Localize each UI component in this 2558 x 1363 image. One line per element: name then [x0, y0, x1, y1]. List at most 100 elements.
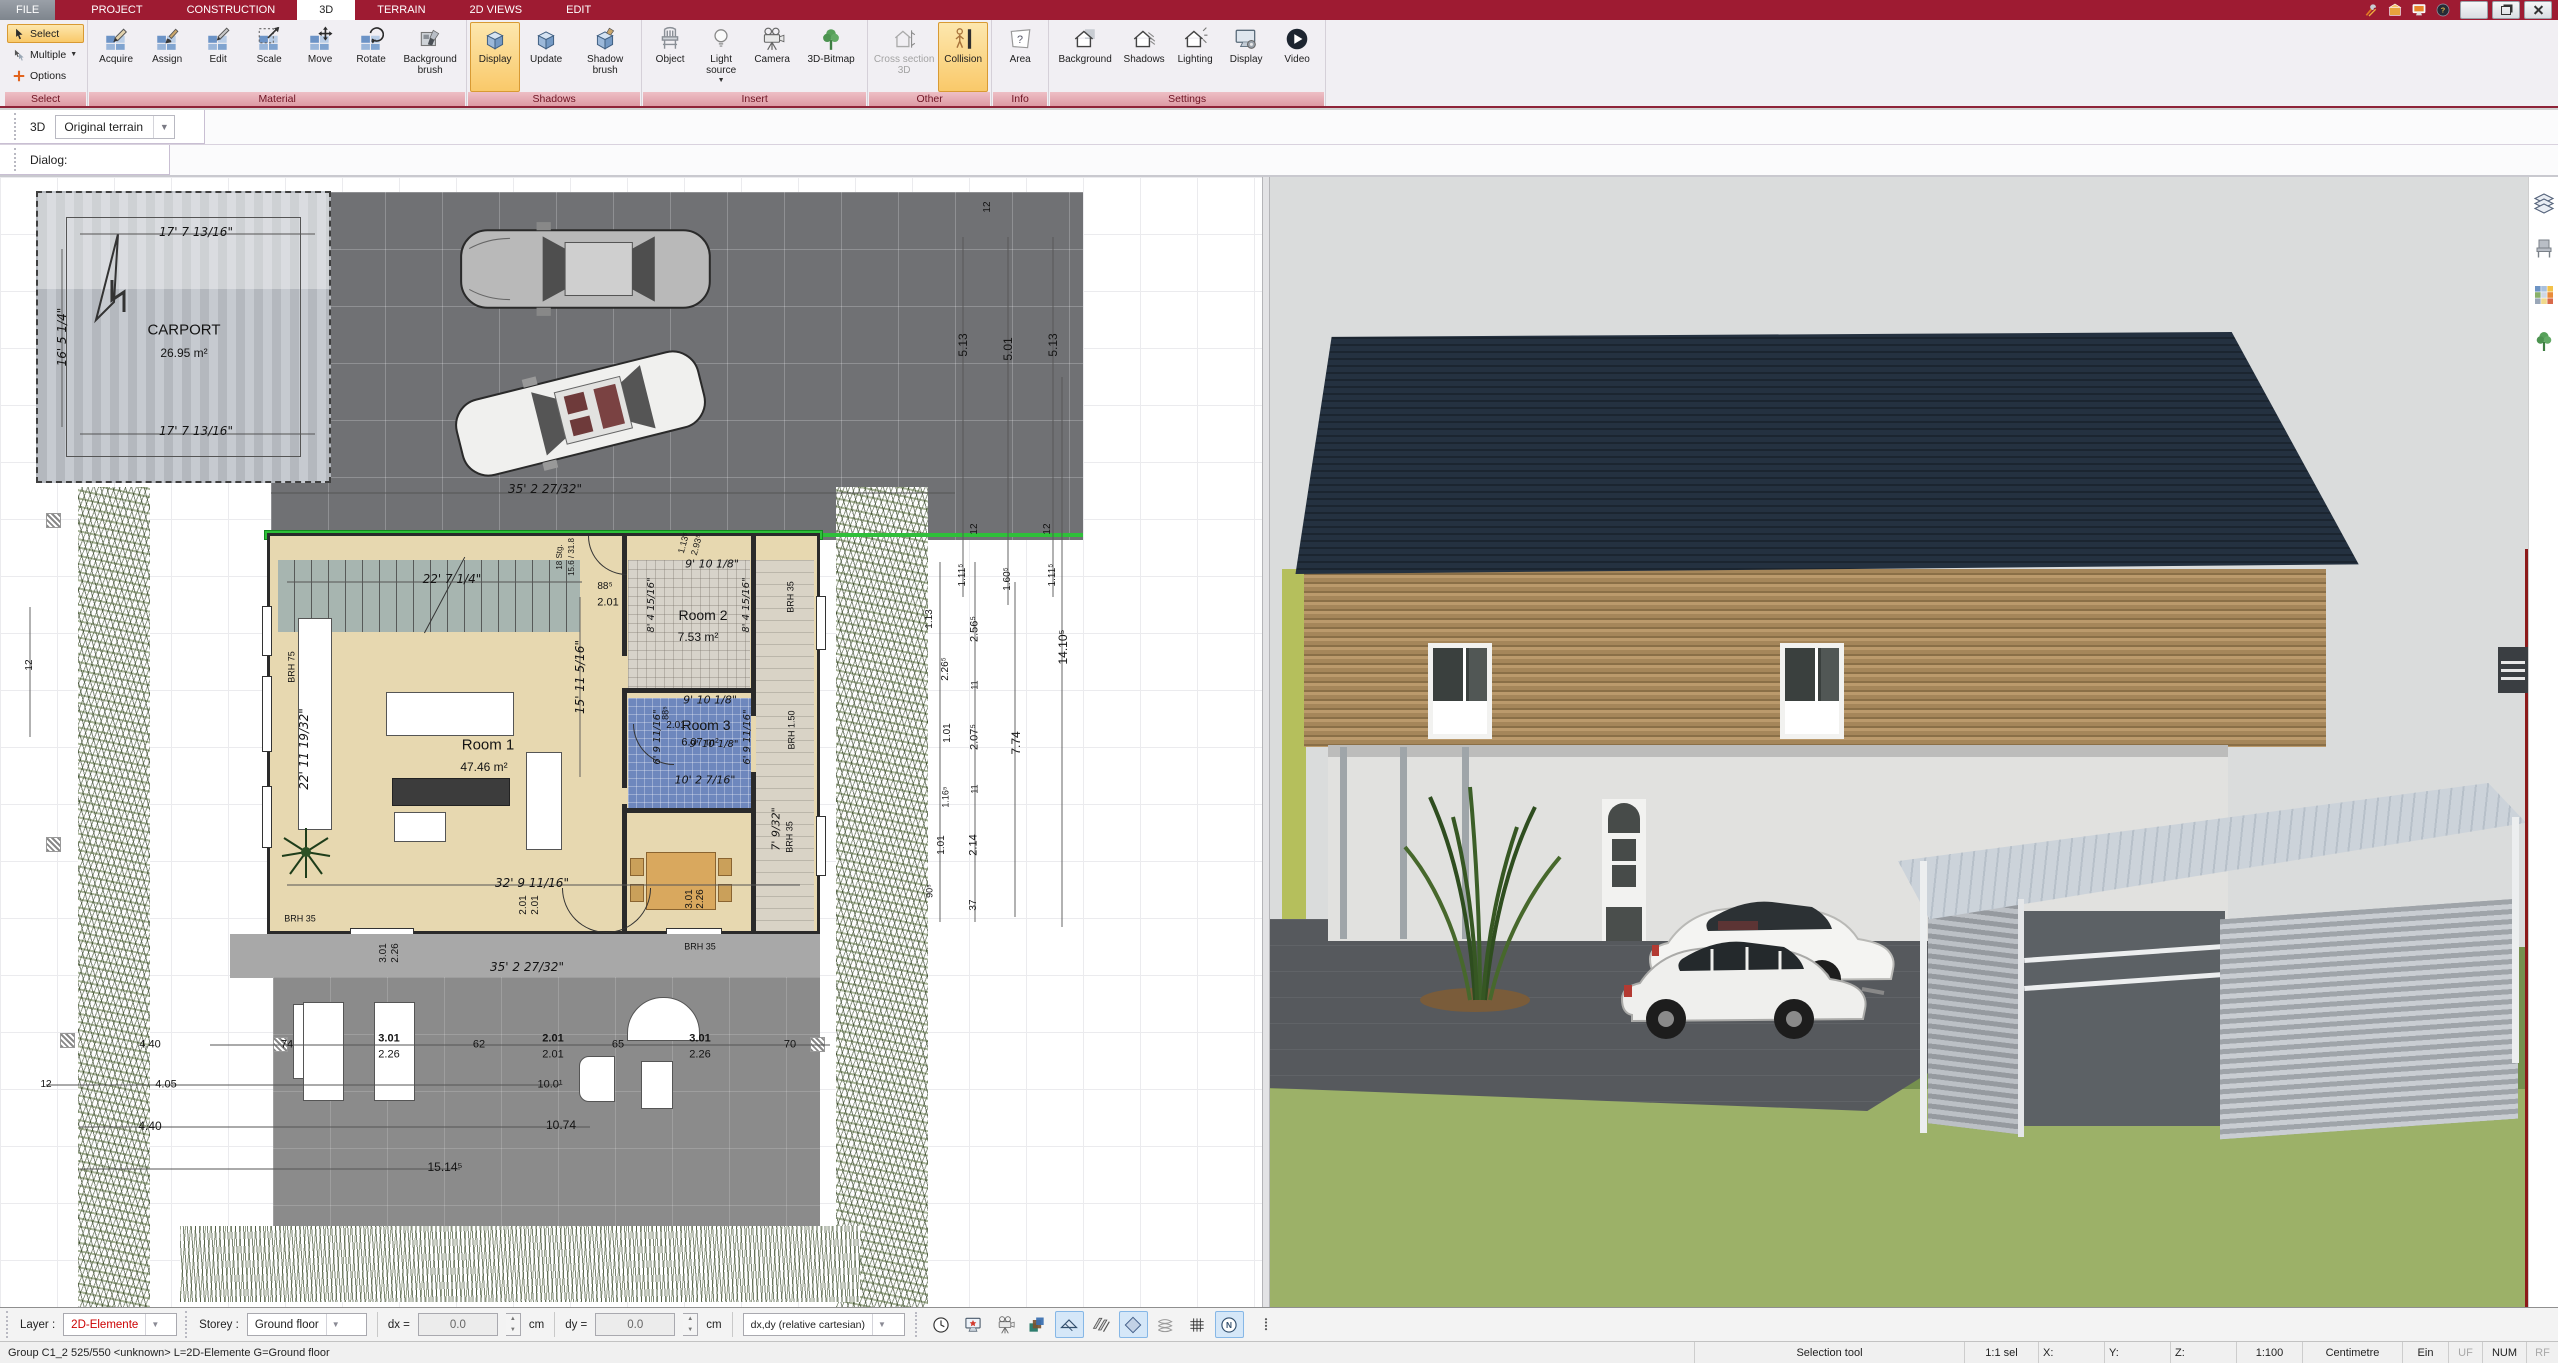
- plan-annotation: 1.01: [937, 835, 947, 854]
- restore-button[interactable]: [2492, 1, 2520, 19]
- minimize-button[interactable]: [2460, 1, 2488, 19]
- ribbon-button-shadows[interactable]: Shadows: [1119, 22, 1169, 92]
- ribbon-button-label: Scale: [257, 54, 282, 65]
- ribbon-button-shadow-brush[interactable]: Shadow brush: [572, 22, 638, 92]
- soft-toggle[interactable]: [1151, 1311, 1180, 1338]
- layers-icon[interactable]: [2532, 191, 2556, 215]
- ribbon-button-acquire[interactable]: Acquire: [91, 22, 141, 92]
- panel-handle[interactable]: [2498, 647, 2528, 693]
- car-top-view-gray[interactable]: [455, 215, 720, 323]
- monitor-sm-icon[interactable]: [2410, 2, 2428, 18]
- house-floorplan[interactable]: [267, 533, 820, 934]
- layer-select[interactable]: 2D-Elemente ▼: [63, 1313, 177, 1336]
- tab-edit[interactable]: EDIT: [544, 0, 613, 20]
- tab-construction[interactable]: CONSTRUCTION: [165, 0, 298, 20]
- roads-toggle[interactable]: [1087, 1311, 1116, 1338]
- tools-icon[interactable]: [2362, 2, 2380, 18]
- ribbon-button-assign[interactable]: Assign: [142, 22, 192, 92]
- chevron-down-icon[interactable]: ▼: [326, 1314, 345, 1335]
- ribbon-button-rotate[interactable]: Rotate: [346, 22, 396, 92]
- dx-stepper[interactable]: ▲▼: [506, 1313, 521, 1336]
- tab-file[interactable]: FILE: [0, 0, 55, 20]
- plan-annotation: 1.11⁵: [958, 564, 968, 587]
- toolbar-grip[interactable]: [6, 1311, 12, 1338]
- toolbar-grip[interactable]: [185, 1311, 191, 1338]
- plan-annotation: 10.0¹: [537, 1080, 562, 1091]
- chevron-down-icon[interactable]: ▼: [872, 1314, 891, 1335]
- texture-toggle[interactable]: [1023, 1311, 1052, 1338]
- camera-toggle[interactable]: [991, 1311, 1020, 1338]
- ribbon-button-multiple[interactable]: Multiple▼: [7, 45, 84, 64]
- selection-info: Group C1_2 525/550 <unknown> L=2D-Elemen…: [0, 1347, 330, 1359]
- roof2-toggle[interactable]: [1055, 1311, 1084, 1338]
- ribbon-button-select[interactable]: Select: [7, 24, 84, 43]
- ribbon-button-lighting[interactable]: Lighting: [1170, 22, 1220, 92]
- tall-cabinet[interactable]: [526, 752, 562, 850]
- plan-annotation: BRH 35: [787, 581, 796, 613]
- dy-input[interactable]: [595, 1313, 675, 1336]
- coffee-table[interactable]: [394, 812, 446, 842]
- kitchen-island[interactable]: [386, 692, 514, 736]
- sofa[interactable]: [392, 778, 510, 806]
- ribbon-button-background-brush[interactable]: Background brush: [397, 22, 463, 92]
- layer-label: Layer :: [20, 1319, 55, 1331]
- render-3d-viewport[interactable]: [1270, 177, 2528, 1307]
- gridico-toggle[interactable]: [1183, 1311, 1212, 1338]
- ribbon-button-video[interactable]: Video: [1272, 22, 1322, 92]
- ribbon-button-edit[interactable]: Edit: [193, 22, 243, 92]
- tab-terrain[interactable]: TERRAIN: [355, 0, 447, 20]
- floor-plan-viewport[interactable]: 17' 7 13/16"CARPORT26.95 m²16' 5 1/4"17'…: [0, 177, 1262, 1307]
- tab-3d[interactable]: 3D: [297, 0, 355, 20]
- ribbon-button-camera[interactable]: Camera: [747, 22, 797, 92]
- plan-annotation: 15' 11 5/16": [574, 640, 586, 714]
- ribbon-button-move[interactable]: Move: [295, 22, 345, 92]
- plan-annotation: 17' 7 13/16": [159, 226, 233, 238]
- north-toggle[interactable]: N: [1215, 1311, 1244, 1338]
- ribbon-tabs: FILE PROJECTCONSTRUCTION3DTERRAIN2D VIEWS…: [0, 0, 613, 20]
- status-segments: Selection tool1:1 selX:Y:Z:1:100Centimet…: [1694, 1342, 2558, 1363]
- monitor-star-toggle[interactable]: [959, 1311, 988, 1338]
- terrain-select[interactable]: Original terrain ▼: [55, 115, 175, 139]
- ribbon-button-collision[interactable]: Collision: [938, 22, 988, 92]
- coordinate-mode-select[interactable]: dx,dy (relative cartesian) ▼: [743, 1313, 905, 1336]
- ribbon-button-display[interactable]: Display: [1221, 22, 1271, 92]
- panel-splitter[interactable]: [1262, 177, 1270, 1307]
- tab-2d-views[interactable]: 2D VIEWS: [448, 0, 545, 20]
- plan-annotation: 1.13: [925, 609, 935, 628]
- chevron-down-icon[interactable]: ▼: [153, 116, 174, 138]
- ribbon-button-area[interactable]: ?Area: [995, 22, 1045, 92]
- terrace-area[interactable]: [273, 977, 820, 1226]
- toolbar-grip[interactable]: [14, 113, 20, 140]
- ribbon-button-options[interactable]: Options: [7, 66, 84, 85]
- ribbon-button-cross-section-3d[interactable]: Cross section 3D: [871, 22, 937, 92]
- clock-toggle[interactable]: [927, 1311, 956, 1338]
- plan-annotation: 1.01: [943, 723, 953, 742]
- furniture-icon[interactable]: [2532, 237, 2556, 261]
- storey-select[interactable]: Ground floor ▼: [247, 1313, 367, 1336]
- help-icon[interactable]: ?: [2434, 2, 2452, 18]
- options-icon: [11, 68, 26, 83]
- chevron-down-icon[interactable]: ▼: [145, 1314, 164, 1335]
- plan-annotation: 4.40: [138, 1120, 161, 1132]
- tree-icon[interactable]: [2532, 329, 2556, 353]
- ribbon-button-3d-bitmap[interactable]: 3D-Bitmap: [798, 22, 864, 92]
- dy-stepper[interactable]: ▲▼: [683, 1313, 698, 1336]
- hallway[interactable]: [756, 560, 814, 931]
- catalog-sidebar: [2528, 177, 2558, 1307]
- ribbon-button-light-source[interactable]: Light source▼: [696, 22, 746, 92]
- palette-icon[interactable]: [2532, 283, 2556, 307]
- toolbar-grip[interactable]: [14, 148, 20, 171]
- ribbon-button-object[interactable]: Object: [645, 22, 695, 92]
- ribbon-button-background[interactable]: Background: [1052, 22, 1118, 92]
- kebab-handle[interactable]: [1252, 1311, 1281, 1338]
- tile-toggle[interactable]: [1119, 1311, 1148, 1338]
- ribbon-button-display[interactable]: Display: [470, 22, 520, 92]
- tab-project[interactable]: PROJECT: [69, 0, 164, 20]
- dy-unit: cm: [706, 1319, 721, 1331]
- close-button[interactable]: [2524, 1, 2552, 19]
- cube-brush-icon: [591, 25, 619, 53]
- ribbon-button-update[interactable]: Update: [521, 22, 571, 92]
- ribbon-button-scale[interactable]: Scale: [244, 22, 294, 92]
- package-icon[interactable]: [2386, 2, 2404, 18]
- dx-input[interactable]: [418, 1313, 498, 1336]
